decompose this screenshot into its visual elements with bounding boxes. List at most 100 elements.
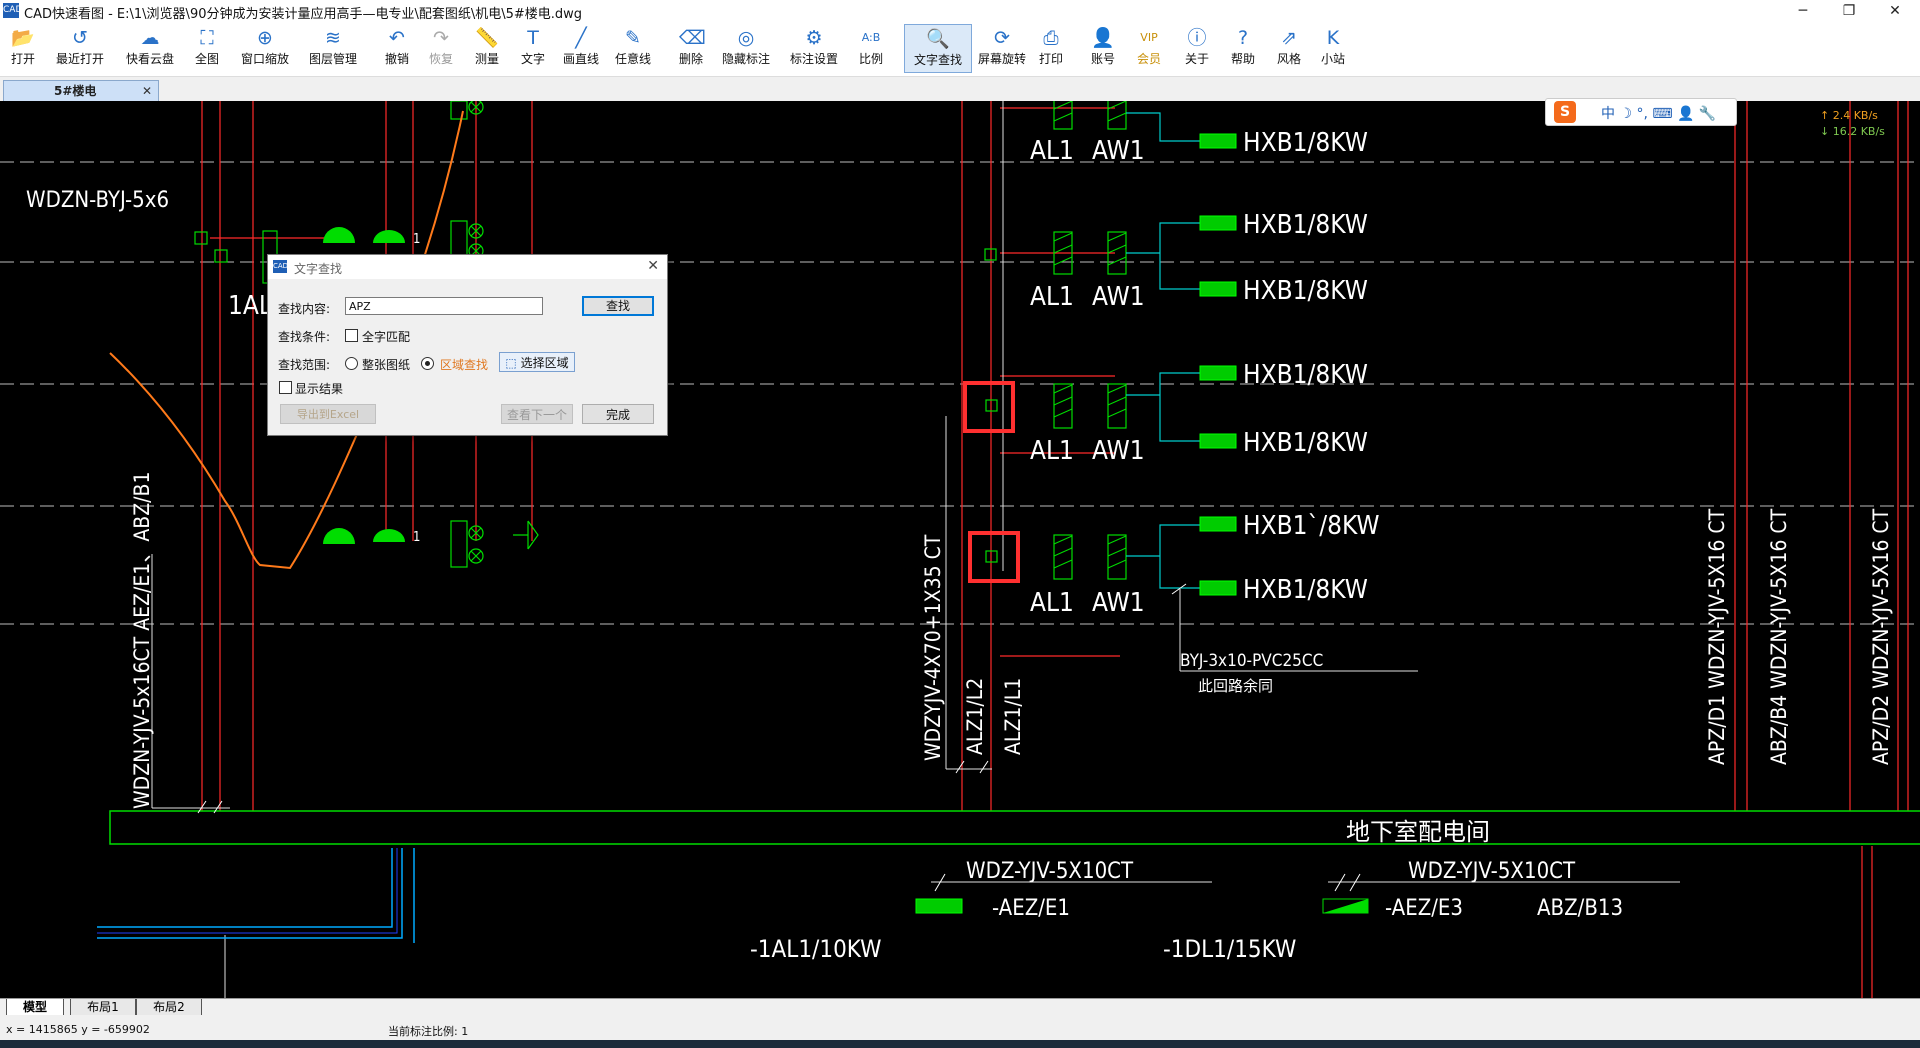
aez-e3-label: -AEZ/E3	[1385, 896, 1463, 921]
toolbar-label: 最近打开	[55, 52, 104, 66]
select-region-button[interactable]: ⬚ 选择区域	[499, 352, 575, 372]
toolbar-button-folder-open[interactable]: 📂 打开	[8, 26, 38, 67]
toolbar-button-about[interactable]: ⓘ 关于	[1180, 26, 1214, 67]
hxb-label: HXB1/8KW	[1243, 276, 1368, 306]
branch-note: 此回路余同	[1198, 677, 1273, 695]
riser-right-label: APZ/D2 WDZN-YJV-5X16 CT	[1869, 508, 1893, 765]
window-title: CAD快速看图 - E:\1\浏览器\90分钟成为安装计量应用高手—电专业\配套…	[24, 7, 583, 22]
tab-layout2[interactable]: 布局2	[136, 999, 202, 1016]
toolbar-button-cloud[interactable]: ☁ 快看云盘	[120, 26, 180, 67]
full-match-checkbox[interactable]	[345, 329, 358, 342]
toolbar-button-fit-all[interactable]: ⛶ 全图	[190, 26, 224, 67]
toolbar-button-redo[interactable]: ↷ 恢复	[424, 26, 458, 67]
toolbar-button-text-search[interactable]: 🔍 文字查找	[904, 24, 972, 73]
toolbar-label: 会员	[1136, 52, 1161, 66]
toolbar-label: 撤销	[384, 52, 409, 66]
riser-right-label: APZ/D1 WDZN-YJV-5X16 CT	[1705, 508, 1729, 765]
toolbar-button-line[interactable]: ╱ 画直线	[560, 26, 602, 67]
panel-label: 1AL	[228, 291, 272, 321]
text-search-dialog: CAD 文字查找 ✕ 查找内容: APZ 查找 查找条件: 全字匹配 查找范围:…	[267, 254, 668, 436]
feeder-label: WDZ-YJV-5X10CT	[966, 859, 1134, 884]
toolbar-label: 帮助	[1230, 52, 1255, 66]
toolbar-label: 打印	[1038, 52, 1063, 66]
toolbar-button-rotate-screen[interactable]: ⟳ 屏幕旋转	[974, 26, 1030, 67]
annotation-scale: 当前标注比例: 1	[388, 1025, 469, 1038]
ime-options[interactable]: 中 ☽ °, ⌨ 👤 🔧	[1601, 103, 1716, 123]
minimize-button[interactable]: ─	[1780, 0, 1826, 22]
maximize-button[interactable]: ❐	[1826, 0, 1872, 22]
export-excel-button[interactable]: 导出到Excel	[280, 404, 376, 424]
search-input[interactable]: APZ	[345, 297, 543, 315]
al-10kw-label: -1AL1/10KW	[750, 935, 881, 963]
hxb-label: HXB1/8KW	[1243, 360, 1368, 390]
text-search-icon: 🔍	[926, 28, 950, 50]
document-tab[interactable]: 5#楼电 ✕	[3, 80, 159, 102]
toolbar-label: 标注设置	[789, 52, 838, 66]
done-button[interactable]: 完成	[582, 404, 654, 424]
toolbar-label: 全图	[194, 52, 219, 66]
toolbar-button-history[interactable]: ↺ 最近打开	[52, 26, 108, 67]
show-results-checkbox[interactable]	[279, 381, 292, 394]
toolbar-button-window-zoom[interactable]: ⊕ 窗口缩放	[236, 26, 294, 67]
measure-icon: 📏	[475, 27, 499, 49]
toolbar-button-print[interactable]: ⎙ 打印	[1034, 26, 1068, 67]
select-region-label: 选择区域	[520, 356, 569, 370]
whole-drawing-label: 整张图纸	[362, 358, 411, 372]
toolbar-button-scale[interactable]: A:B 比例	[854, 26, 888, 67]
hxb-label: HXB1/8KW	[1243, 575, 1368, 605]
toolbar-button-vip[interactable]: VIP 会员	[1132, 26, 1166, 67]
toolbar-button-eraser[interactable]: ⌫ 删除	[674, 26, 708, 67]
dl-15kw-label: -1DL1/15KW	[1163, 935, 1296, 963]
print-icon: ⎙	[1043, 27, 1059, 49]
download-speed: ↓ 16.2 KB/s	[1820, 125, 1885, 138]
find-button[interactable]: 查找	[582, 296, 654, 316]
rotate-screen-icon: ⟳	[994, 27, 1010, 49]
dialog-title: 文字查找	[294, 262, 343, 276]
toolbar-label: 屏幕旋转	[977, 52, 1026, 66]
cursor-coordinates: x = 1415865 y = -659902	[6, 1023, 150, 1036]
text-icon: T	[527, 27, 539, 49]
close-tab-icon[interactable]: ✕	[142, 81, 152, 101]
view-next-button[interactable]: 查看下一个	[501, 404, 573, 424]
toolbar-label: 账号	[1090, 52, 1115, 66]
cable-label: WDZN-BYJ-5x6	[26, 188, 169, 213]
dialog-close-icon[interactable]: ✕	[647, 258, 659, 274]
toolbar-button-hide-annotation[interactable]: ◎ 隐藏标注	[718, 26, 774, 67]
drawing-canvas[interactable]: WDZN-BYJ-5x6 1AL AL1 AW1 AL1 AW1 AL1 AW1…	[0, 101, 1920, 998]
toolbar-label: 隐藏标注	[721, 52, 770, 66]
toolbar-button-freehand[interactable]: ✎ 任意线	[612, 26, 654, 67]
region-search-radio[interactable]	[421, 357, 434, 370]
ime-toolbar[interactable]: S 中 ☽ °, ⌨ 👤 🔧	[1545, 98, 1737, 126]
toolbar-label: 任意线	[614, 52, 651, 66]
light-tag: 1	[413, 232, 420, 247]
toolbar-label: 恢复	[428, 52, 453, 66]
riser-l1-label: ALZ1/L1	[1001, 678, 1025, 755]
toolbar-label: 图层管理	[308, 52, 357, 66]
toolbar-button-layers[interactable]: ≋ 图层管理	[304, 26, 362, 67]
toolbar-button-undo[interactable]: ↶ 撤销	[380, 26, 414, 67]
toolbar-button-account[interactable]: 👤 账号	[1086, 26, 1120, 67]
hxb-label: HXB1/8KW	[1243, 210, 1368, 240]
riser-l2-label: ALZ1/L2	[963, 678, 987, 755]
tab-model[interactable]: 模型	[6, 999, 64, 1016]
dialog-title-bar[interactable]: CAD 文字查找 ✕	[268, 255, 667, 279]
aez-e1-label: -AEZ/E1	[992, 896, 1070, 921]
toolbar-button-annotation-settings[interactable]: ⚙ 标注设置	[786, 26, 842, 67]
al1-label: AL1	[1030, 136, 1074, 166]
toolbar-button-help[interactable]: ? 帮助	[1226, 26, 1260, 67]
riser-right-label: ABZ/B4 WDZN-YJV-5X16 CT	[1767, 508, 1791, 765]
toolbar-button-style[interactable]: ⇗ 风格	[1272, 26, 1306, 67]
aw1-label: AW1	[1092, 282, 1145, 312]
riser-mid-label: WDZYJV-4X70+1X35 CT	[921, 534, 945, 761]
toolbar-button-station[interactable]: K 小站	[1316, 26, 1350, 67]
toolbar-button-measure[interactable]: 📏 测量	[470, 26, 504, 67]
title-bar: CAD CAD快速看图 - E:\1\浏览器\90分钟成为安装计量应用高手—电专…	[0, 0, 1920, 22]
toolbar-button-text[interactable]: T 文字	[516, 26, 550, 67]
tab-layout1[interactable]: 布局1	[70, 999, 136, 1016]
network-speed: ↑ 2.4 KB/s ↓ 16.2 KB/s	[1820, 108, 1885, 140]
toolbar-label: 删除	[678, 52, 703, 66]
aw1-label: AW1	[1092, 588, 1145, 618]
whole-drawing-radio[interactable]	[345, 357, 358, 370]
station-icon: K	[1326, 27, 1340, 49]
close-button[interactable]: ✕	[1872, 0, 1918, 22]
